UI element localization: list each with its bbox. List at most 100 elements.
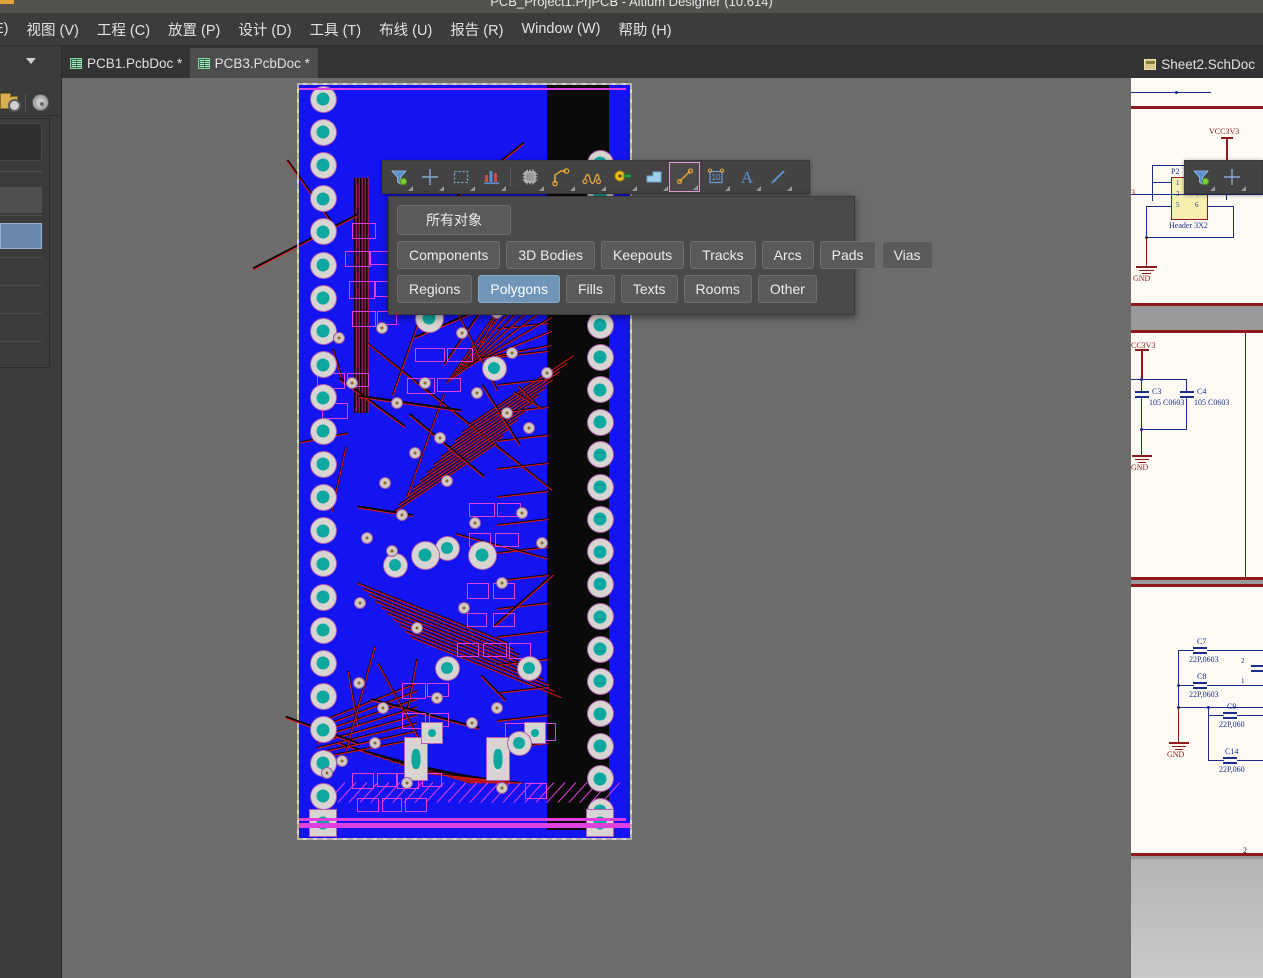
menu-item-9[interactable]: 帮助 (H) — [609, 16, 680, 43]
smd-pad-outline — [352, 773, 374, 789]
wire — [1208, 715, 1224, 716]
smd-pad-outline — [345, 251, 371, 267]
dimension-value-icon[interactable]: 10 — [700, 162, 731, 192]
smd-pad-outline — [369, 251, 389, 265]
filter-row-2[interactable]: Regions Polygons Fills Texts Rooms Other — [397, 275, 846, 304]
via-hole — [473, 521, 477, 525]
schematic-sheet-3[interactable]: C7 22P,0603 C8 22P,0603 C9 22P,060 C14 2… — [1131, 584, 1263, 856]
pad-hole — [593, 448, 607, 462]
filter-row-all[interactable]: 所有对象 — [397, 205, 846, 236]
schematic-active-bar-toolbar[interactable] — [1184, 160, 1263, 194]
schematic-sheet-2[interactable]: CC3V3 C3 105 C0603 C4 105 C0603 GND — [1131, 330, 1263, 580]
crosshair-icon[interactable] — [414, 162, 445, 192]
sch-doc-icon — [1144, 58, 1157, 70]
document-tabs-right[interactable]: Sheet2.SchDoc — [1136, 46, 1263, 79]
filter-button-rooms[interactable]: Rooms — [683, 275, 752, 304]
net-label-partial: 3 — [1131, 188, 1135, 197]
component-pad — [411, 541, 439, 569]
wire — [1178, 707, 1179, 743]
via-hole — [413, 451, 417, 455]
document-tab-0[interactable]: PCB1.PcbDoc * — [62, 48, 191, 78]
component-chip-icon[interactable] — [514, 162, 545, 192]
filter-button-components[interactable]: Components — [397, 241, 501, 270]
selection-filter-icon[interactable] — [383, 162, 414, 192]
via-hole — [445, 479, 449, 483]
list-item[interactable] — [0, 187, 42, 213]
filter-button-3d-bodies[interactable]: 3D Bodies — [506, 241, 595, 270]
via-hole — [500, 581, 504, 585]
place-line-icon[interactable] — [762, 162, 793, 192]
dimension-line-icon[interactable] — [669, 162, 700, 192]
menu-item-7[interactable]: 报告 (R) — [441, 16, 512, 43]
filter-row-1[interactable]: Components 3D Bodies Keepouts Tracks Arcs Pad… — [397, 241, 933, 270]
left-header-pad — [310, 252, 336, 278]
component-pad — [468, 541, 496, 569]
left-panel-list[interactable] — [0, 118, 50, 368]
pad-hole — [316, 457, 330, 471]
schematic-preview-panel[interactable]: VCC3V3 P2 1 2 3 4 5 6 Header 3X2 — [1131, 78, 1263, 978]
right-header-pad — [587, 442, 613, 468]
list-item-selected[interactable] — [0, 223, 42, 249]
filter-button-other[interactable]: Other — [757, 275, 817, 304]
filter-button-arcs[interactable]: Arcs — [761, 241, 814, 270]
right-header-pad — [587, 571, 613, 597]
pcb-doc-icon — [197, 57, 210, 69]
filter-button-keepouts[interactable]: Keepouts — [600, 241, 685, 270]
menu-item-5[interactable]: 工具 (T) — [301, 16, 371, 43]
pad-hole — [593, 480, 607, 494]
crosshair-icon[interactable] — [1216, 162, 1247, 192]
left-header-pad — [310, 219, 336, 245]
schematic-sheet-1[interactable]: VCC3V3 P2 1 2 3 4 5 6 Header 3X2 — [1131, 106, 1263, 306]
filter-button-regions[interactable]: Regions — [397, 275, 473, 304]
filter-button-pads[interactable]: Pads — [819, 241, 876, 270]
via — [432, 693, 442, 703]
left-panel-toolbar[interactable] — [0, 88, 62, 116]
document-tab-1[interactable]: PCB3.PcbDoc * — [189, 48, 318, 78]
folder-icon[interactable] — [0, 93, 21, 112]
menu-item-1[interactable]: 视图 (V) — [18, 16, 88, 43]
gear-icon[interactable] — [33, 95, 48, 110]
pad-hole — [411, 749, 421, 769]
left-dock-panel[interactable] — [0, 78, 62, 978]
filter-button-tracks[interactable]: Tracks — [690, 241, 756, 270]
pad-hole — [316, 723, 330, 737]
via-hole — [400, 513, 404, 517]
via-hole — [415, 626, 419, 630]
route-track-icon[interactable] — [545, 162, 576, 192]
pad-hole — [316, 225, 330, 239]
net-label-gnd: GND — [1131, 463, 1149, 472]
pad-hole — [316, 324, 330, 338]
filter-button-fills[interactable]: Fills — [565, 275, 615, 304]
via-hole — [395, 401, 399, 405]
via-hole — [545, 371, 549, 375]
via-pad-icon[interactable] — [607, 162, 638, 192]
filter-button-polygons[interactable]: Polygons — [478, 275, 560, 304]
document-tabbar[interactable]: PCB1.PcbDoc * PCB3.PcbDoc * Sheet2.SchDoc — [0, 46, 1263, 79]
via-hole — [510, 351, 514, 355]
filter-button-vias[interactable]: Vias — [881, 241, 933, 270]
marquee-select-icon[interactable] — [445, 162, 476, 192]
pad-hole — [316, 125, 330, 139]
menu-item-3[interactable]: 放置 (P) — [159, 16, 229, 43]
menu-item-8[interactable]: Window (W) — [512, 18, 609, 40]
filter-all-objects-button[interactable]: 所有对象 — [397, 205, 511, 236]
differential-pair-icon[interactable] — [576, 162, 607, 192]
menu-item-0[interactable]: E) — [0, 18, 18, 40]
chevron-down-icon[interactable] — [26, 58, 36, 64]
smd-pad-outline — [415, 348, 445, 362]
filter-button-texts[interactable]: Texts — [620, 275, 678, 304]
selection-filter-popup[interactable]: 所有对象 Components 3D Bodies Keepouts Tracks Ar… — [388, 196, 933, 315]
toolbar-separator — [25, 94, 26, 111]
menu-item-4[interactable]: 设计 (D) — [229, 16, 300, 43]
selection-filter-icon[interactable] — [1185, 162, 1216, 192]
menu-item-6[interactable]: 布线 (U) — [370, 16, 441, 43]
layer-stack-icon[interactable] — [476, 162, 507, 192]
main-menubar[interactable]: E)视图 (V)工程 (C)放置 (P)设计 (D)工具 (T)布线 (U)报告… — [0, 13, 1263, 46]
polygon-pour-icon[interactable] — [638, 162, 669, 192]
place-string-icon[interactable]: A — [731, 162, 762, 192]
via — [472, 388, 482, 398]
pad-hole — [316, 490, 330, 504]
pcb-active-bar-toolbar[interactable]: 10 A — [382, 160, 810, 194]
document-tab-right-0[interactable]: Sheet2.SchDoc — [1136, 49, 1263, 79]
menu-item-2[interactable]: 工程 (C) — [88, 16, 159, 43]
